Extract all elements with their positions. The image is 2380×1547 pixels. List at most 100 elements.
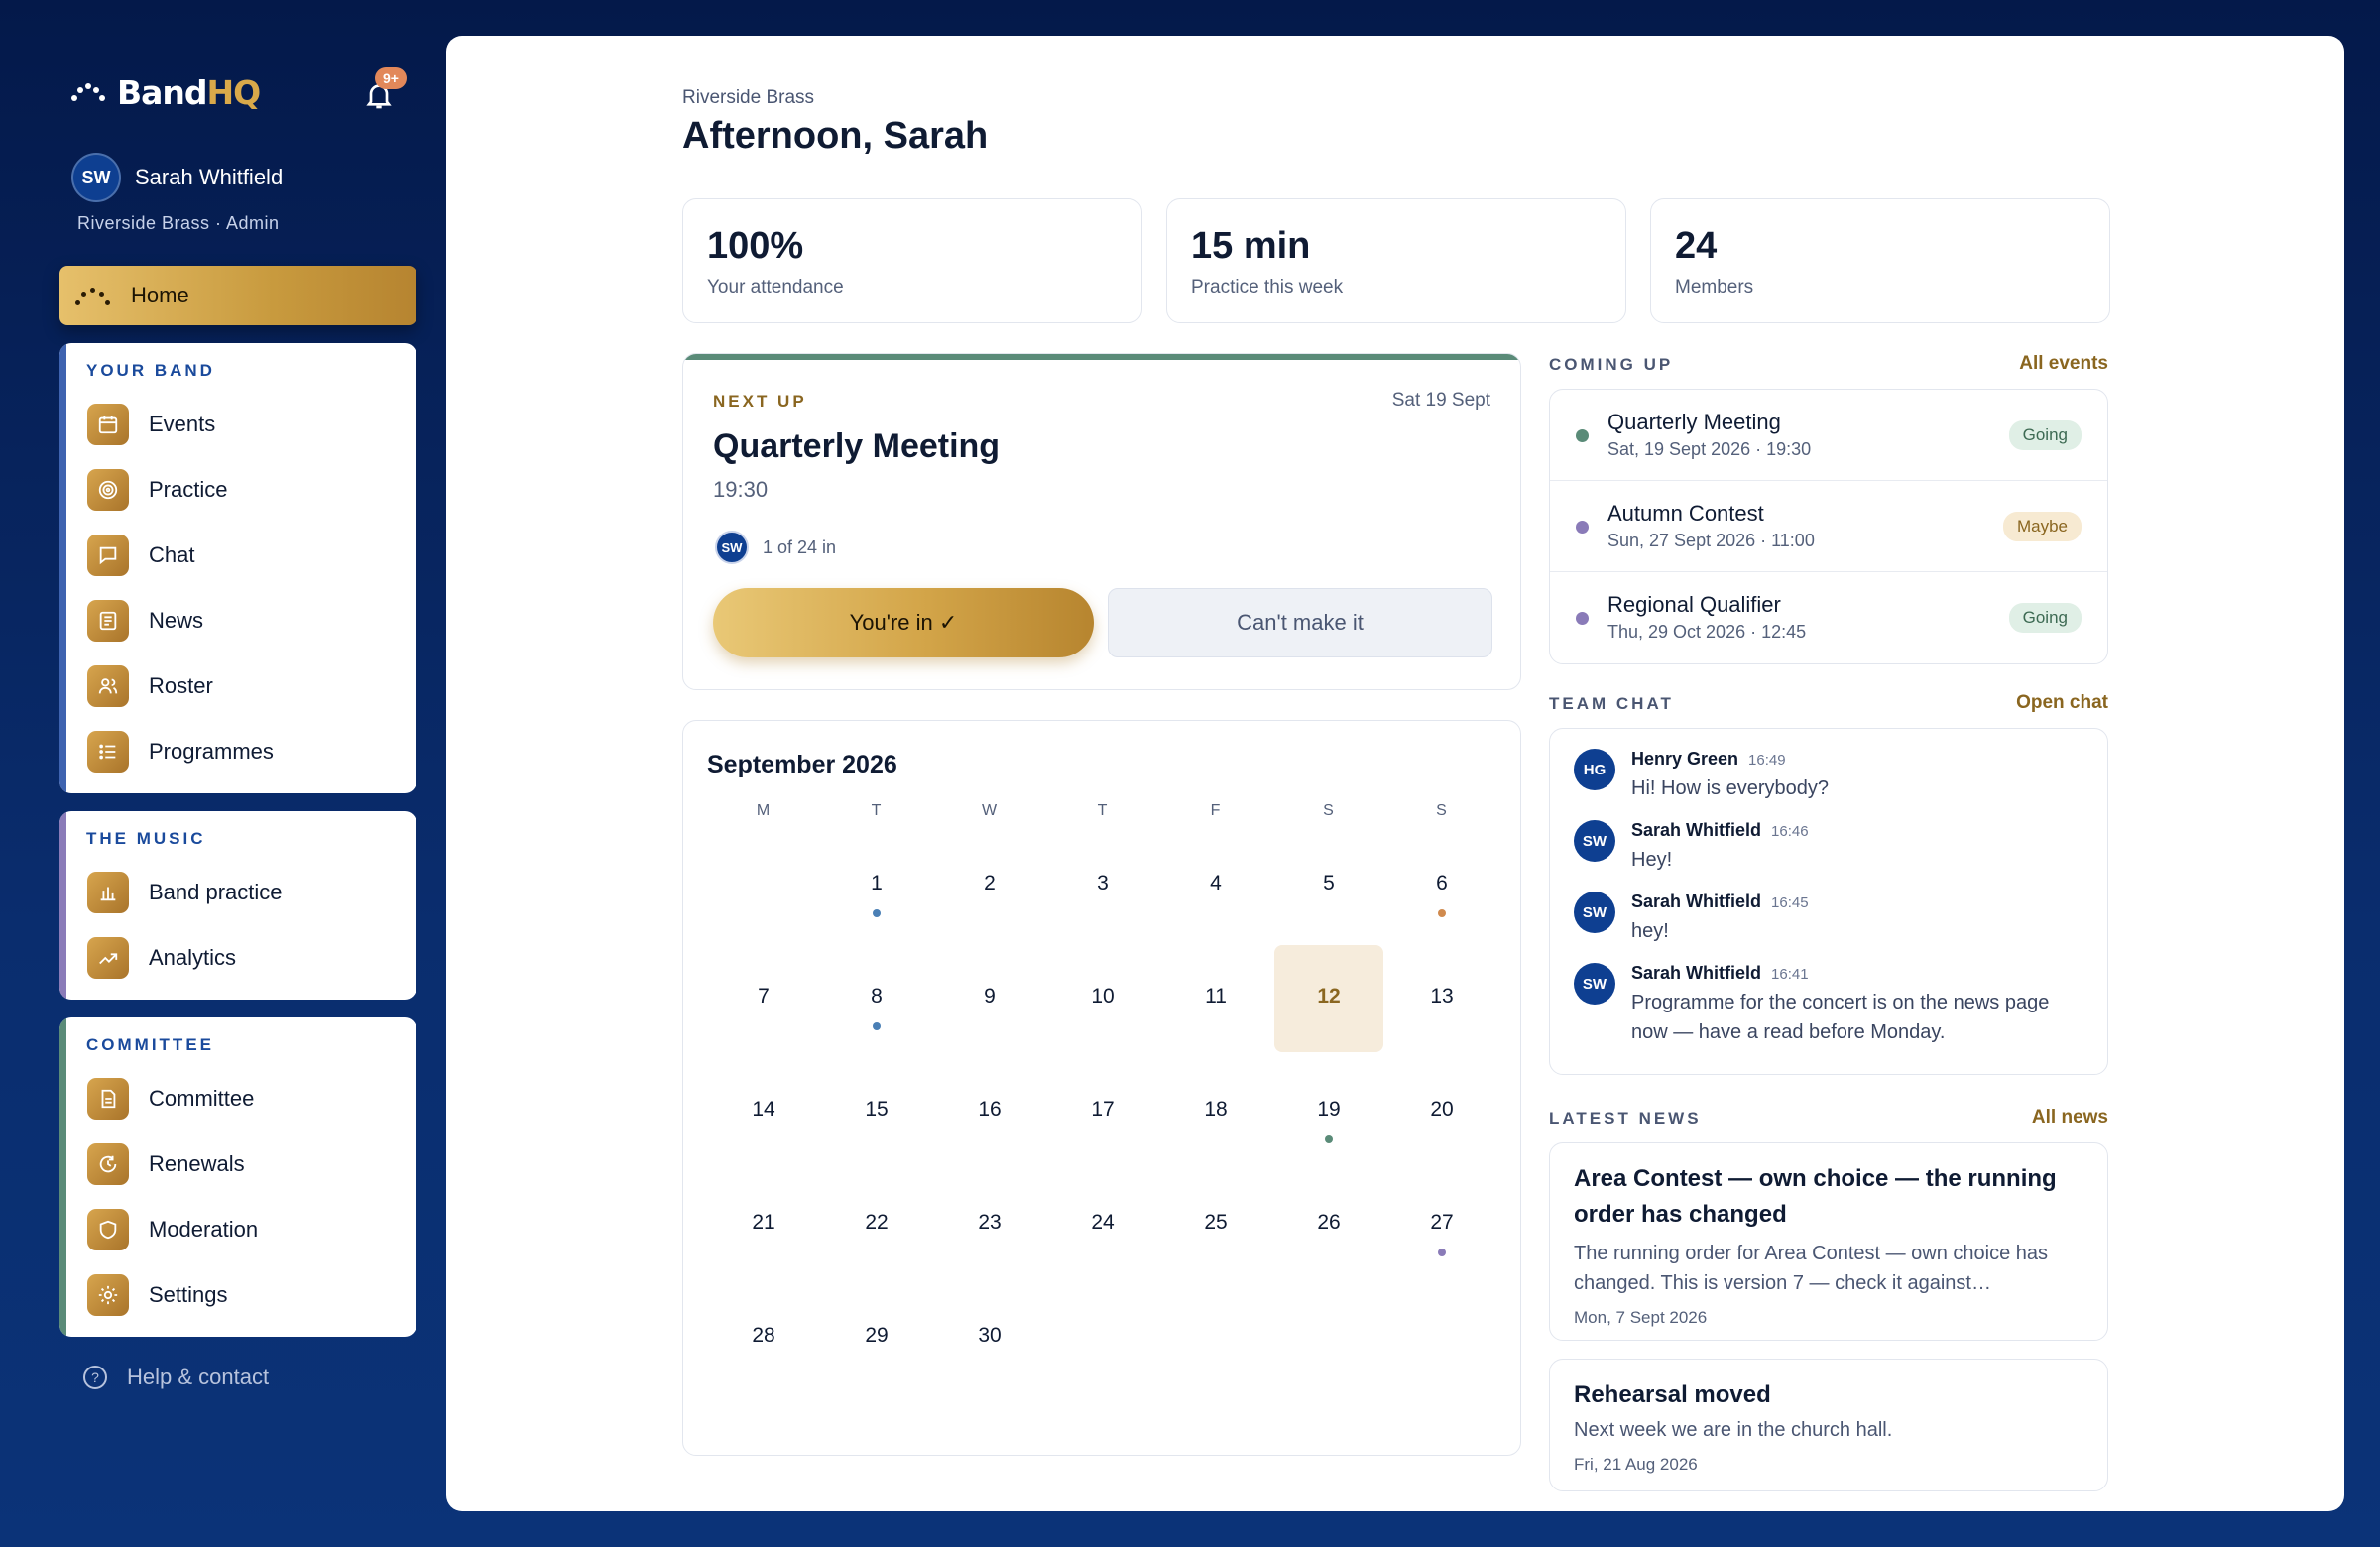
document-icon <box>87 1078 129 1120</box>
nav-item-committee[interactable]: Committee <box>87 1078 254 1120</box>
status-badge: Going <box>2008 603 2082 633</box>
calendar-day[interactable]: 8 <box>822 945 931 1052</box>
nav-item-chat[interactable]: Chat <box>87 535 194 576</box>
calendar-day[interactable]: 21 <box>709 1171 818 1278</box>
nav-item-label: Renewals <box>149 1151 245 1176</box>
news-title: Area Contest — own choice — the running … <box>1574 1165 2057 1228</box>
calendar-day[interactable]: 24 <box>1048 1171 1157 1278</box>
calendar-day[interactable]: 22 <box>822 1171 931 1278</box>
trend-icon <box>87 937 129 979</box>
calendar-day[interactable]: 14 <box>709 1058 818 1165</box>
message-text: Programme for the concert is on the news… <box>1631 992 2050 1043</box>
avatar: SW <box>715 531 749 564</box>
stat-label: Members <box>1675 277 1754 298</box>
nav-item-news[interactable]: News <box>87 600 203 642</box>
news-date: Mon, 7 Sept 2026 <box>1574 1308 1708 1327</box>
nav-group-title: YOUR BAND <box>86 361 215 380</box>
next-up-kicker: NEXT UP <box>713 392 807 411</box>
calendar-day[interactable]: 20 <box>1387 1058 1496 1165</box>
calendar-day[interactable]: 15 <box>822 1058 931 1165</box>
stat-practice: 15 min Practice this week <box>1166 198 1626 323</box>
avatar: HG <box>1574 749 1615 790</box>
nav-item-moderation[interactable]: Moderation <box>87 1209 258 1250</box>
chat-message: SW Sarah Whitfield 16:46 Hey! <box>1574 820 2068 875</box>
rsvp-no-button[interactable]: Can't make it <box>1108 588 1492 657</box>
calendar-day[interactable]: 19 <box>1274 1058 1383 1165</box>
stat-value: 15 min <box>1191 225 1311 267</box>
chat-message: SW Sarah Whitfield 16:41 Programme for th… <box>1574 963 2068 1047</box>
next-up-event-title[interactable]: Quarterly Meeting <box>713 427 1000 466</box>
calendar-day[interactable]: 26 <box>1274 1171 1383 1278</box>
user-profile[interactable]: SW Sarah Whitfield <box>71 153 283 202</box>
calendar-day[interactable]: 18 <box>1161 1058 1270 1165</box>
stat-label: Your attendance <box>707 277 844 298</box>
message-author: Henry Green <box>1631 749 1739 769</box>
calendar-day[interactable]: 30 <box>935 1284 1044 1391</box>
all-events-link[interactable]: All events <box>2019 353 2108 375</box>
list-item[interactable]: Quarterly Meeting Sat, 19 Sept 2026 · 19… <box>1550 390 2107 481</box>
nav-item-programmes[interactable]: Programmes <box>87 731 274 773</box>
target-icon <box>87 469 129 511</box>
calendar-day[interactable]: 28 <box>709 1284 818 1391</box>
nav-group-committee: COMMITTEE Committee Renewals Moderation … <box>60 1017 416 1337</box>
brand-logo[interactable]: BandHQ <box>71 73 261 112</box>
calendar-day[interactable]: 29 <box>822 1284 931 1391</box>
stat-label: Practice this week <box>1191 277 1344 298</box>
calendar-day[interactable]: 3 <box>1048 832 1157 939</box>
event-dot <box>1438 1249 1446 1256</box>
rsvp-yes-button[interactable]: You're in ✓ <box>713 588 1094 657</box>
nav-item-band-practice[interactable]: Band practice <box>87 872 283 913</box>
stat-value: 24 <box>1675 225 1718 267</box>
bar-chart-icon <box>87 872 129 913</box>
gear-icon <box>87 1274 129 1316</box>
calendar-day[interactable]: 5 <box>1274 832 1383 939</box>
list-item[interactable]: Regional Qualifier Thu, 29 Oct 2026 · 12… <box>1550 572 2107 663</box>
calendar-day[interactable]: 7 <box>709 945 818 1052</box>
calendar-day[interactable]: 10 <box>1048 945 1157 1052</box>
team-chat-panel: HG Henry Green 16:49 Hi! How is everybody… <box>1549 728 2108 1075</box>
calendar-day[interactable]: 27 <box>1387 1171 1496 1278</box>
calendar-day[interactable]: 13 <box>1387 945 1496 1052</box>
calendar-day[interactable]: 4 <box>1161 832 1270 939</box>
help-icon: ? <box>83 1366 107 1389</box>
calendar-day[interactable]: 23 <box>935 1171 1044 1278</box>
nav-item-events[interactable]: Events <box>87 404 215 445</box>
nav-item-practice[interactable]: Practice <box>87 469 227 511</box>
sidebar: BandHQ 9+ SW Sarah Whitfield Riverside B… <box>0 0 446 1547</box>
news-excerpt: The running order for Area Contest — own… <box>1574 1243 2049 1294</box>
news-item[interactable]: Rehearsal moved Next week we are in the … <box>1549 1359 2108 1491</box>
attendance-count: 1 of 24 in <box>763 536 837 557</box>
nav-group-title: COMMITTEE <box>86 1035 214 1054</box>
news-item[interactable]: Area Contest — own choice — the running … <box>1549 1142 2108 1341</box>
weekday-label: T <box>1097 802 1109 819</box>
calendar-day-today[interactable]: 12 <box>1274 945 1383 1052</box>
calendar-day[interactable]: 16 <box>935 1058 1044 1165</box>
nav-item-analytics[interactable]: Analytics <box>87 937 236 979</box>
calendar-day[interactable]: 1 <box>822 832 931 939</box>
calendar-day[interactable]: 25 <box>1161 1171 1270 1278</box>
message-author: Sarah Whitfield <box>1631 820 1762 840</box>
calendar-day[interactable]: 2 <box>935 832 1044 939</box>
list-item[interactable]: Autumn Contest Sun, 27 Sept 2026 · 11:00… <box>1550 481 2107 572</box>
weekday-label: M <box>756 802 772 819</box>
message-text: Hey! <box>1631 849 1673 871</box>
calendar-day[interactable]: 11 <box>1161 945 1270 1052</box>
people-icon <box>87 665 129 707</box>
weekday-label: F <box>1210 802 1222 819</box>
breadcrumb[interactable]: Riverside Brass <box>682 87 814 109</box>
chat-message: SW Sarah Whitfield 16:45 hey! <box>1574 892 2068 946</box>
calendar-day[interactable]: 6 <box>1387 832 1496 939</box>
message-text: hey! <box>1631 920 1669 942</box>
all-news-link[interactable]: All news <box>2032 1107 2108 1129</box>
open-chat-link[interactable]: Open chat <box>2016 692 2108 714</box>
next-up-time: 19:30 <box>713 477 769 502</box>
calendar-day[interactable]: 17 <box>1048 1058 1157 1165</box>
nav-home[interactable]: Home <box>60 266 416 325</box>
message-author: Sarah Whitfield <box>1631 892 1762 911</box>
nav-item-roster[interactable]: Roster <box>87 665 213 707</box>
help-contact-link[interactable]: ? Help & contact <box>83 1365 269 1390</box>
shield-icon <box>87 1209 129 1250</box>
nav-item-renewals[interactable]: Renewals <box>87 1143 245 1185</box>
calendar-day[interactable]: 9 <box>935 945 1044 1052</box>
nav-item-settings[interactable]: Settings <box>87 1274 228 1316</box>
